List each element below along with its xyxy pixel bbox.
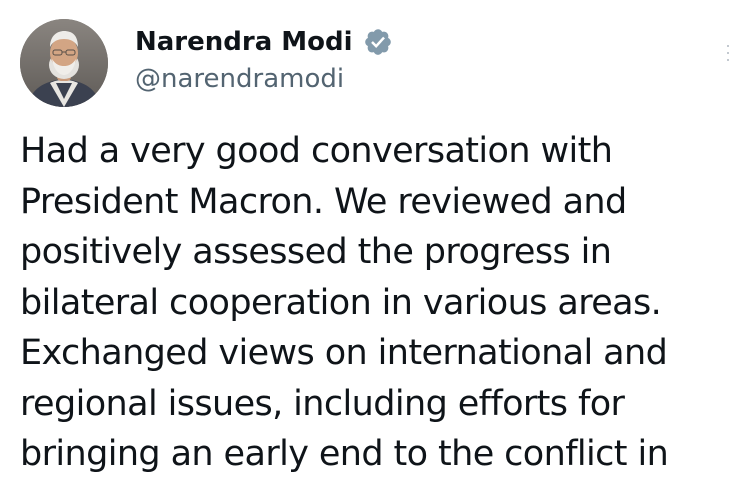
more-options-icon[interactable] — [726, 40, 730, 70]
avatar-photo — [20, 19, 108, 107]
tweet-text: Had a very good conversation with Presid… — [20, 126, 720, 480]
tweet-card: Narendra Modi @narendramodi Had a very g… — [0, 0, 730, 476]
tweet-text-line: bilateral cooperation in various areas. — [20, 282, 662, 323]
tweet-text-line: Exchanged views on international and — [20, 333, 668, 373]
avatar[interactable] — [20, 19, 108, 107]
verified-badge-icon — [363, 27, 393, 57]
tweet-text-line: President Macron. We reviewed and — [20, 181, 627, 222]
display-name[interactable]: Narendra Modi — [135, 27, 353, 57]
tweet-text-line: regional issues, including efforts for — [20, 383, 625, 424]
name-row: Narendra Modi — [135, 22, 393, 62]
tweet-text-line: Had a very good conversation with — [20, 131, 613, 171]
user-handle[interactable]: @narendramodi — [135, 64, 393, 94]
tweet-text-line: bringing an early end to the conflict in — [20, 434, 669, 474]
author-info: Narendra Modi @narendramodi — [135, 22, 393, 94]
tweet-text-line: positively assessed the progress in — [20, 232, 612, 272]
